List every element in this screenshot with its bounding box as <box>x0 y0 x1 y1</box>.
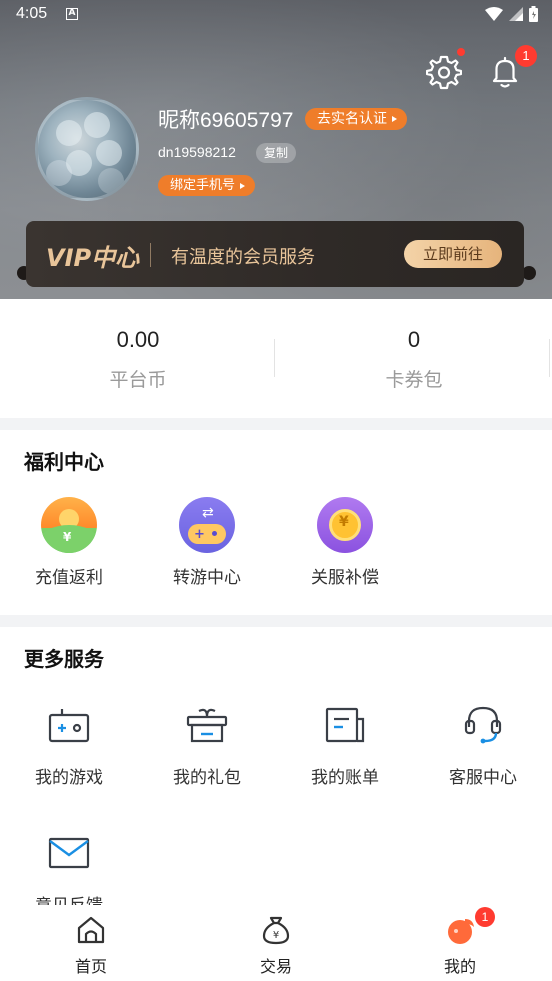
bind-phone-button[interactable]: 绑定手机号 <box>158 175 256 196</box>
nav-mine-label: 我的 <box>443 957 476 976</box>
more-services-title: 更多服务 <box>24 647 104 671</box>
wifi-icon <box>485 7 503 21</box>
game-transfer-tile[interactable]: + ⇄ 转游中心 <box>138 497 276 588</box>
nav-home[interactable]: 首页 <box>31 913 151 977</box>
game-console-icon <box>48 709 90 743</box>
nav-trade-label: 交易 <box>259 957 292 976</box>
headset-icon <box>464 706 502 744</box>
customer-service-label: 客服中心 <box>449 768 517 788</box>
welfare-center-section: 福利中心 ¥ 充值返利 + ⇄ 转游中心 ¥ 关服补偿 <box>0 430 552 615</box>
server-compensation-icon: ¥ <box>317 497 373 553</box>
coupon-wallet-label: 卡券包 <box>385 369 443 391</box>
my-gifts-tile[interactable]: 我的礼包 <box>138 697 276 788</box>
vip-card-edge-right <box>522 266 536 280</box>
feedback-tile[interactable]: 意见反馈 <box>0 825 138 905</box>
money-bag-icon: ¥ <box>262 916 290 945</box>
status-time: 4:05 <box>16 5 48 22</box>
settings-gear-icon[interactable] <box>426 54 462 90</box>
gift-box-icon <box>186 708 228 743</box>
settings-dot-badge <box>457 48 465 56</box>
game-transfer-icon: + ⇄ <box>179 497 235 553</box>
status-icons <box>485 6 538 22</box>
nav-mine-badge: 1 <box>475 907 495 927</box>
vip-card[interactable]: VIP中心 有温度的会员服务 立即前往 <box>26 221 524 287</box>
notification-badge: 1 <box>515 45 537 67</box>
vip-go-button[interactable]: 立即前往 <box>404 240 502 268</box>
my-games-label: 我的游戏 <box>35 768 103 788</box>
stat-divider <box>274 339 275 377</box>
server-compensation-tile[interactable]: ¥ 关服补偿 <box>276 497 414 588</box>
my-games-tile[interactable]: 我的游戏 <box>0 697 138 788</box>
copy-button[interactable]: 复制 <box>256 143 297 163</box>
nav-trade[interactable]: ¥ 交易 <box>216 913 336 977</box>
my-bills-label: 我的账单 <box>311 768 379 788</box>
profile-header: 4:05 A 1 昵称69605797 去实名认证 dn19598212 复制 … <box>0 0 552 299</box>
welfare-center-title: 福利中心 <box>24 450 104 474</box>
mail-icon <box>48 837 90 869</box>
status-bar: 4:05 A <box>0 0 552 30</box>
platform-coin-stat[interactable]: 0.00 平台币 <box>0 327 276 392</box>
platform-coin-label: 平台币 <box>109 369 167 391</box>
my-gifts-label: 我的礼包 <box>173 768 241 788</box>
stats-bar: 0.00 平台币 0 卡券包 <box>0 299 552 418</box>
battery-icon <box>529 6 538 22</box>
signal-icon <box>509 7 523 21</box>
vip-divider <box>150 243 151 267</box>
bill-icon <box>325 707 365 743</box>
home-icon <box>77 916 105 944</box>
realname-verify-button[interactable]: 去实名认证 <box>305 108 407 130</box>
bottom-navigation: 首页 ¥ 交易 我的 <box>0 905 552 981</box>
svg-text:¥: ¥ <box>273 930 279 941</box>
my-bills-tile[interactable]: 我的账单 <box>276 697 414 788</box>
stat-divider <box>549 339 550 377</box>
recharge-rebate-label: 充值返利 <box>35 568 103 588</box>
nav-home-label: 首页 <box>74 957 107 976</box>
avatar[interactable] <box>35 97 139 201</box>
nav-mine[interactable]: 我的 <box>400 913 520 977</box>
server-compensation-label: 关服补偿 <box>311 568 379 588</box>
profile-icon <box>448 919 474 944</box>
more-services-section: 更多服务 我的游戏 我的礼包 我的账单 客服中心 <box>0 627 552 905</box>
customer-service-tile[interactable]: 客服中心 <box>414 697 552 788</box>
recharge-rebate-icon: ¥ <box>41 497 97 553</box>
notification-icon: A <box>66 8 78 20</box>
feedback-label: 意见反馈 <box>0 891 138 905</box>
game-transfer-label: 转游中心 <box>173 568 241 588</box>
account-id: dn19598212 <box>158 144 236 160</box>
nickname: 昵称69605797 <box>158 109 294 132</box>
vip-subtitle: 有温度的会员服务 <box>171 247 315 268</box>
coupon-wallet-value: 0 <box>407 327 421 352</box>
platform-coin-value: 0.00 <box>116 327 160 352</box>
coupon-wallet-stat[interactable]: 0 卡券包 <box>276 327 552 392</box>
recharge-rebate-tile[interactable]: ¥ 充值返利 <box>0 497 138 588</box>
vip-title: VIP中心 <box>46 244 140 272</box>
